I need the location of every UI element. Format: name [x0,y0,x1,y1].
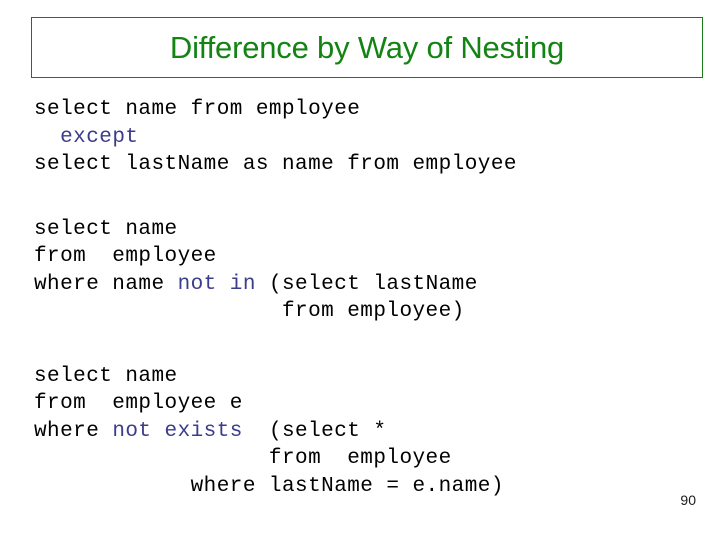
code-block-not-exists-query: select name from employee e where not ex… [34,363,694,501]
code-block-not-in-query: select name from employee where name not… [34,216,694,326]
sql-text: select name [34,364,178,388]
page-number: 90 [680,492,696,508]
sql-text: (select * [242,419,387,443]
sql-keyword: except [60,125,139,149]
sql-text: from employee [34,245,217,268]
sql-text: where name [34,272,178,296]
sql-text: from employee e [34,392,243,415]
sql-text: select lastName as name from employee [34,153,517,176]
sql-text: select name [34,217,178,241]
sql-text: select name from employee [34,98,361,121]
sql-text: (select lastName [255,272,478,296]
sql-keyword: not in [177,272,256,296]
code-block-except-query: select name from employee except select … [34,96,694,179]
code-area: select name from employee except select … [34,96,694,521]
sql-text: from employee) [34,300,465,323]
sql-text: from employee [34,447,452,470]
title-box: Difference by Way of Nesting [31,17,703,78]
sql-text: where [34,419,113,443]
sql-keyword: not exists [112,419,243,443]
page-title: Difference by Way of Nesting [169,29,565,65]
sql-text: where lastName = e.name) [34,474,504,498]
